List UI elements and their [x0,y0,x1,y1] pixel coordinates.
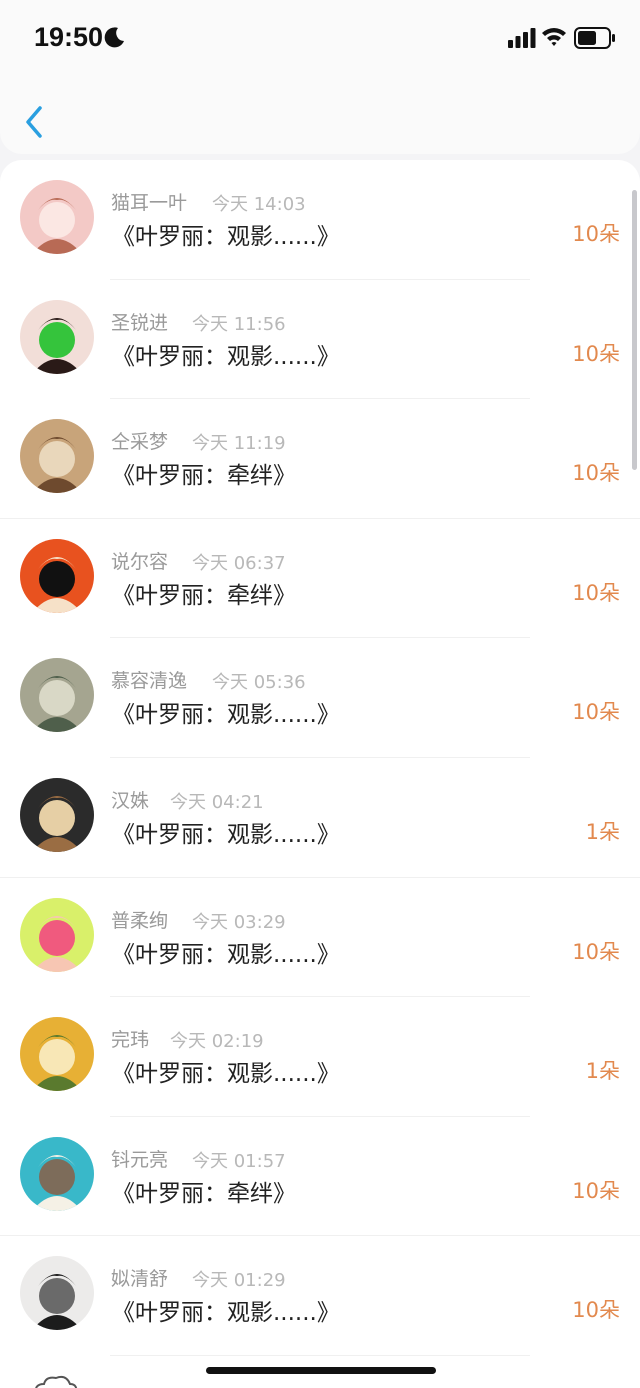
user-name[interactable]: 圣锐进 [111,308,168,335]
book-title[interactable]: 《叶罗丽：观影......》 [112,1054,340,1088]
gift-time: 今天 01:29 [192,1270,286,1292]
top-bar: 19:50 [0,0,640,154]
gift-time: 今天 14:03 [212,194,306,215]
flower-count: 10朵 [572,580,620,605]
divider [110,1354,530,1356]
gift-time: 今天 06:37 [192,552,286,574]
book-title[interactable]: 《叶罗丽：观影......》 [112,815,340,849]
sunglasses-girl-avatar-icon[interactable] [20,1256,94,1331]
anime-girl-avatar-icon[interactable] [20,180,94,254]
gift-time: 今天 01:57 [192,1150,286,1172]
user-name[interactable]: 猫耳一叶 [111,188,187,215]
flower-count: 10朵 [572,700,620,725]
user-name[interactable]: 汉姝 [111,786,149,813]
battery-icon [574,27,615,49]
book-title[interactable]: 《叶罗丽：牵绊》 [112,1174,296,1208]
list-item[interactable]: 普柔绚 今天 03:29 《叶罗丽：观影......》 10朵 [0,878,640,998]
alpaca-avatar-icon[interactable] [20,1136,94,1211]
book-title[interactable]: 《叶罗丽：观影......》 [112,217,340,251]
anime-boy-avatar-icon[interactable] [20,1017,94,1092]
list-item[interactable]: 说尔容 今天 06:37 《叶罗丽：牵绊》 10朵 [0,519,640,639]
flower-count: 10朵 [572,1178,620,1203]
flower-gift-list[interactable]: 猫耳一叶 今天 14:03 《叶罗丽：观影......》 10朵 圣锐进 今天 11:56… [0,160,640,1388]
back-button[interactable] [18,100,54,144]
list-item[interactable]: 猫耳一叶 今天 14:03 《叶罗丽：观影......》 10朵 [0,160,640,280]
gift-time: 今天 11:56 [192,313,286,335]
signal-icon [508,28,536,48]
book-title[interactable]: 《叶罗丽：牵绊》 [112,456,296,490]
list-item[interactable]: 圣锐进 今天 11:56 《叶罗丽：观影......》 10朵 [0,280,640,400]
user-name[interactable]: 姒清舒 [111,1264,168,1291]
flower-count: 10朵 [572,341,620,366]
wifi-icon [542,28,566,46]
book-title[interactable]: 《叶罗丽：观影......》 [112,935,340,969]
flower-count: 10朵 [572,1298,620,1323]
user-name[interactable]: 完玮 [111,1025,149,1052]
book-title[interactable]: 《叶罗丽：观影......》 [112,337,340,371]
user-name[interactable]: 钭元亮 [111,1145,168,1172]
book-title[interactable]: 《叶罗丽：观影......》 [112,1293,340,1327]
gift-time: 今天 05:36 [212,672,306,694]
flower-count: 1朵 [585,819,620,844]
status-time: 19:50 [34,22,104,52]
home-indicator[interactable] [206,1367,436,1374]
user-name[interactable]: 普柔绚 [111,906,168,933]
gift-time: 今天 02:19 [170,1031,264,1053]
book-title[interactable]: 《叶罗丽：牵绊》 [112,576,296,610]
list-item[interactable]: 仝采梦 今天 11:19 《叶罗丽：牵绊》 10朵 [0,399,640,519]
gift-time: 今天 11:19 [192,433,286,455]
chipmunk-avatar-icon[interactable] [20,777,94,852]
list-item[interactable]: 慕容清逸 今天 05:36 《叶罗丽：观影......》 10朵 [0,638,640,758]
flower-count: 10朵 [572,222,620,246]
girl-portrait-avatar-icon[interactable] [20,299,94,374]
smiling-cartoon-avatar-icon[interactable] [20,897,94,972]
list-item[interactable]: 汉姝 今天 04:21 《叶罗丽：观影......》 1朵 [0,758,640,878]
list-item[interactable]: 完玮 今天 02:19 《叶罗丽：观影......》 1朵 [0,997,640,1117]
woman-reading-avatar-icon[interactable] [20,658,94,733]
moon-icon [104,27,124,48]
tower-avatar-icon[interactable] [20,419,94,494]
flower-count: 10朵 [572,939,620,964]
list-item[interactable]: 钭元亮 今天 01:57 《叶罗丽：牵绊》 10朵 [0,1117,640,1237]
flower-count: 10朵 [572,461,620,486]
list-item[interactable]: 姒清舒 今天 01:29 《叶罗丽：观影......》 10朵 [0,1236,640,1356]
book-title[interactable]: 《叶罗丽：观影......》 [112,695,340,729]
user-name[interactable]: 说尔容 [111,547,168,574]
red-hat-girl-avatar-icon[interactable] [20,538,94,613]
user-name[interactable]: 慕容清逸 [111,666,187,693]
gift-time: 今天 04:21 [170,791,264,813]
gift-time: 今天 03:29 [192,911,286,933]
cloud-icon [35,1375,78,1388]
user-name[interactable]: 仝采梦 [111,427,168,454]
screen: 19:50 猫耳一叶 今天 14:03 《叶罗丽：观影......》 10朵 圣锐进 今天… [0,0,640,1388]
flower-count: 1朵 [585,1059,620,1084]
